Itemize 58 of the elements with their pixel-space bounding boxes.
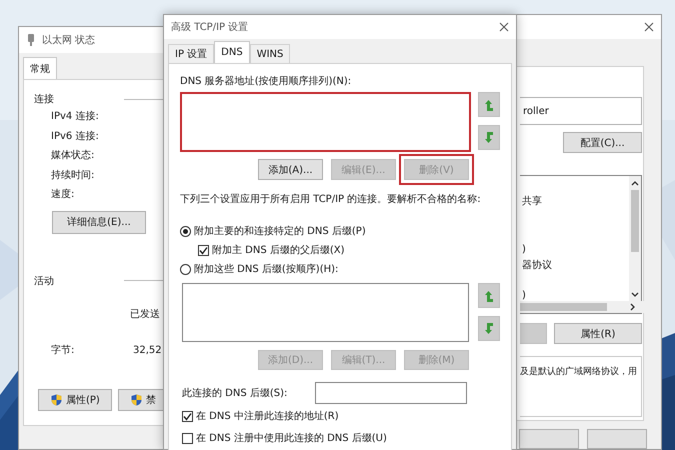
suffix-list[interactable] xyxy=(182,283,469,342)
arrow-down-icon xyxy=(484,322,494,334)
arrow-down-icon xyxy=(484,132,494,144)
close-icon[interactable] xyxy=(499,22,509,32)
tab[interactable]: IP 设置 xyxy=(168,44,214,63)
option-label: 附加主 DNS 后缀的父后缀(X) xyxy=(212,244,345,257)
description-text: 及是默认的广域网络协议，用 xyxy=(520,366,637,379)
move-down-button[interactable] xyxy=(478,316,500,341)
tab[interactable]: WINS xyxy=(250,44,290,63)
option-label: 附加这些 DNS 后缀(按顺序)(H): xyxy=(194,262,338,276)
checkbox[interactable] xyxy=(182,410,193,422)
arrow-up-icon xyxy=(484,98,494,110)
field-label: 持续时间: xyxy=(51,168,94,182)
option-label: 附加主要的和连接特定的 DNS 后缀(P) xyxy=(194,224,366,238)
list-item[interactable]: 器协议 xyxy=(520,258,622,274)
value-text: 32,52 xyxy=(133,344,162,358)
field-label: IPv6 连接: xyxy=(51,130,99,144)
move-up-button[interactable] xyxy=(478,92,500,117)
suffix-input-field[interactable] xyxy=(315,382,467,404)
radio-button[interactable] xyxy=(180,226,191,236)
properties-button[interactable]: 属性(R) xyxy=(554,323,642,344)
dns-server-list[interactable] xyxy=(180,92,471,152)
option-label: 在 DNS 注册中使用此连接的 DNS 后缀(U) xyxy=(196,432,387,445)
network-adapter-icon xyxy=(26,34,36,46)
move-down-button[interactable] xyxy=(478,125,500,150)
field-label: 速度: xyxy=(51,188,74,202)
field-label: DNS 服务器地址(按使用顺序排列)(N): xyxy=(180,74,352,89)
chevron-down-icon xyxy=(631,292,639,298)
close-icon[interactable] xyxy=(644,22,654,32)
arrow-up-icon xyxy=(484,290,494,302)
button[interactable]: 属性(P) xyxy=(38,388,112,410)
window-title: 高级 TCP/IP 设置 xyxy=(171,20,248,34)
column-label: 已发送 xyxy=(130,308,160,320)
field-label: 字节: xyxy=(51,344,76,358)
chevron-up-icon xyxy=(631,180,639,186)
window-title: 以太网 状态 xyxy=(42,34,96,47)
button[interactable]: 添加(A)... xyxy=(258,159,323,180)
checkbox[interactable] xyxy=(182,432,193,444)
tab[interactable]: DNS xyxy=(214,41,250,63)
radio-button[interactable] xyxy=(180,264,191,274)
list-item[interactable]: ) xyxy=(520,242,622,258)
option-label: 在 DNS 中注册此连接的地址(R) xyxy=(196,410,339,423)
list-item[interactable]: 共享 xyxy=(520,194,622,210)
field-label: 媒体状态: xyxy=(51,148,94,163)
section-heading: 活动 xyxy=(34,274,54,288)
configure-button[interactable]: 配置(C)... xyxy=(563,132,642,153)
chevron-right-icon xyxy=(629,303,635,311)
list-item[interactable]: ) xyxy=(520,288,622,304)
details-button[interactable]: 详细信息(E)... xyxy=(52,210,146,234)
checkbox[interactable] xyxy=(198,244,209,256)
description-text: 下列三个设置应用于所有启用 TCP/IP 的连接。要解析不合格的名称: xyxy=(180,192,482,207)
field-label: IPv4 连接: xyxy=(51,110,99,124)
move-up-button[interactable] xyxy=(478,283,500,308)
tab[interactable]: 常规 xyxy=(23,57,57,79)
horizontal-scrollbar[interactable] xyxy=(520,301,645,313)
vertical-scrollbar[interactable] xyxy=(629,176,641,302)
section-heading: 连接 xyxy=(34,92,54,106)
adapter-name-field: roller xyxy=(520,97,642,125)
